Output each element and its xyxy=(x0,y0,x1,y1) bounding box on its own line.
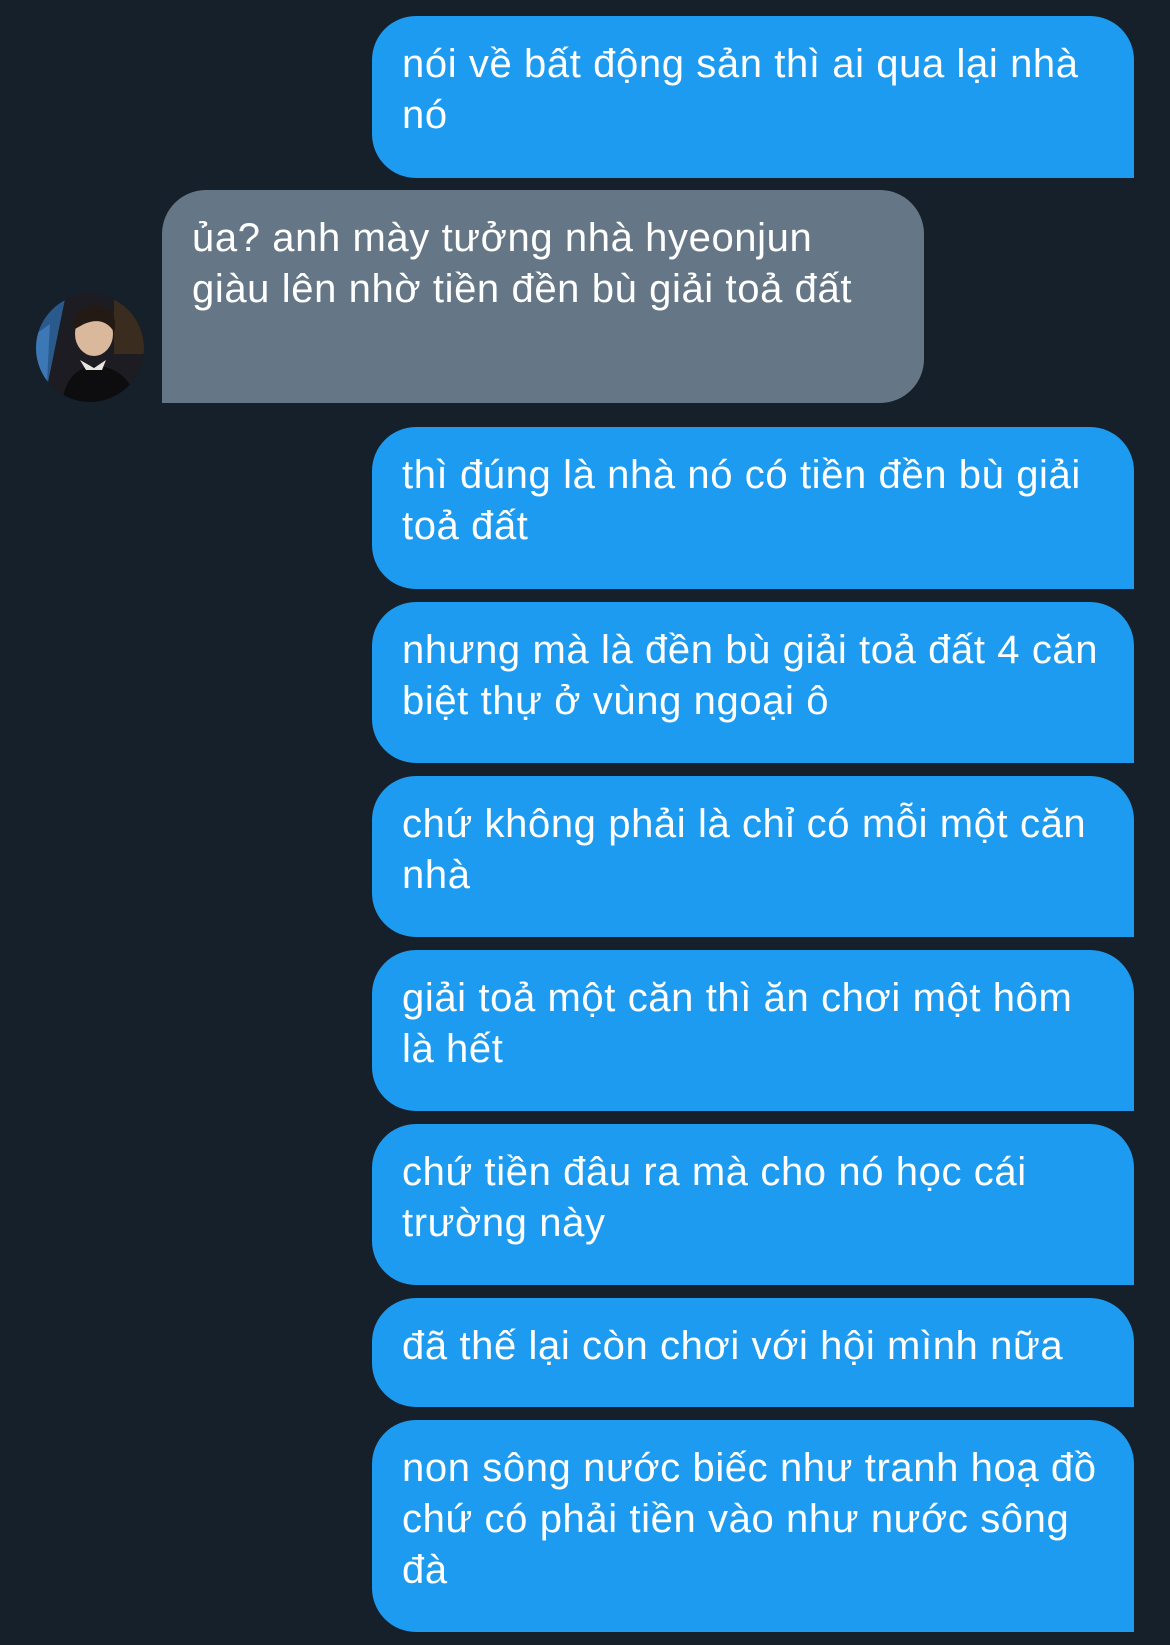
sent-message-bubble[interactable]: giải toả một căn thì ăn chơi một hôm là … xyxy=(372,950,1134,1111)
message-thread[interactable]: nói về bất động sản thì ai qua lại nhà n… xyxy=(0,0,1170,1645)
sent-message-bubble[interactable]: thì đúng là nhà nó có tiền đền bù giải t… xyxy=(372,427,1134,589)
sent-message-bubble[interactable]: non sông nước biếc như tranh hoạ đồ chứ … xyxy=(372,1420,1134,1632)
avatar-photo-icon xyxy=(36,294,144,402)
sent-message-bubble[interactable]: chứ tiền đâu ra mà cho nó học cái trường… xyxy=(372,1124,1134,1285)
sent-message-bubble[interactable]: chứ không phải là chỉ có mỗi một căn nhà xyxy=(372,776,1134,937)
received-message-bubble[interactable]: ủa? anh mày tưởng nhà hyeonjun giàu lên … xyxy=(162,190,924,403)
sent-message-bubble[interactable]: đã thế lại còn chơi với hội mình nữa xyxy=(372,1298,1134,1407)
sent-message-bubble[interactable]: nhưng mà là đền bù giải toả đất 4 căn bi… xyxy=(372,602,1134,763)
sent-message-bubble[interactable]: nói về bất động sản thì ai qua lại nhà n… xyxy=(372,16,1134,178)
contact-avatar[interactable] xyxy=(36,294,144,402)
